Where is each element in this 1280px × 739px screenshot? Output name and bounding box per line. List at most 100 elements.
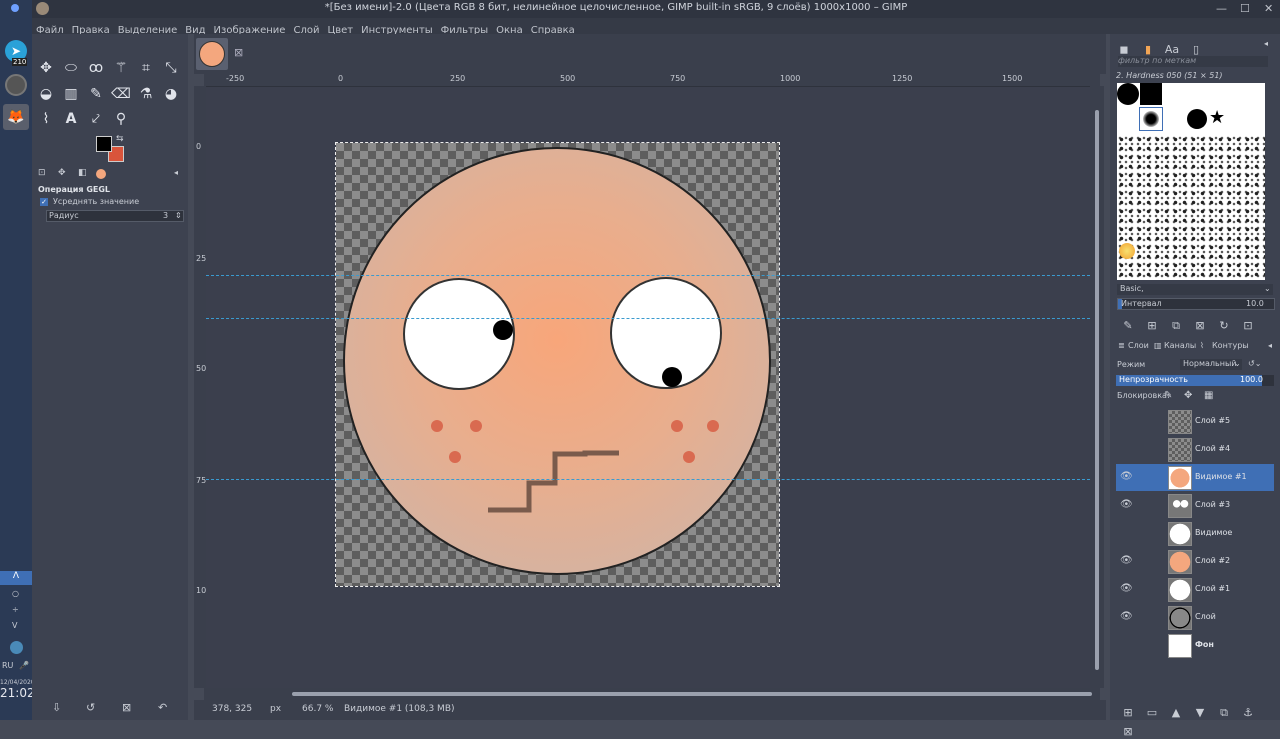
paintbrush-icon[interactable]: ✎ xyxy=(86,84,106,104)
paths-icon[interactable]: ⌇ xyxy=(36,109,56,129)
tab-channels[interactable]: Каналы xyxy=(1164,341,1196,350)
brushes-tab-icon[interactable]: ◼ xyxy=(1112,43,1136,56)
network-icon[interactable] xyxy=(10,641,23,654)
unit-select[interactable]: px xyxy=(270,704,281,714)
brush-preset-select[interactable]: Basic, ⌄ xyxy=(1117,284,1273,295)
lock-position-icon[interactable]: ✥ xyxy=(1184,390,1192,401)
mode-select[interactable]: Нормальный ⌄ xyxy=(1180,359,1242,370)
brush-grid[interactable]: ★ xyxy=(1117,83,1265,280)
image-tab-thumbnail[interactable] xyxy=(196,38,228,70)
tab-layers[interactable]: Слои xyxy=(1128,341,1149,350)
move-tool-icon[interactable]: ✥ xyxy=(36,58,56,78)
layer-row[interactable]: 👁 Слой #1 xyxy=(1116,576,1274,603)
image-tab-icon[interactable] xyxy=(96,169,106,179)
close-image-icon[interactable]: ⊠ xyxy=(234,46,243,59)
layer-row[interactable]: Фон xyxy=(1116,632,1274,659)
brush-star[interactable]: ★ xyxy=(1209,107,1225,128)
zoom-select[interactable]: 66.7 % xyxy=(302,704,333,714)
eye-icon[interactable]: 👁 xyxy=(1120,555,1133,566)
lock-pixels-icon[interactable]: ✎ xyxy=(1164,390,1172,401)
gimp-app-icon[interactable]: 🦊 xyxy=(3,104,29,130)
eye-icon[interactable]: 👁 xyxy=(1120,471,1133,482)
layer-row[interactable]: Слой #5 xyxy=(1116,408,1274,435)
brush-hard-circle[interactable] xyxy=(1117,83,1139,105)
radius-stepper[interactable]: ⇕ xyxy=(175,211,182,220)
patterns-tab-icon[interactable]: ▮ xyxy=(1136,43,1160,56)
tab-paths[interactable]: Контуры xyxy=(1212,341,1249,350)
lasso-icon[interactable]: ꝏ xyxy=(86,58,106,78)
brush-square[interactable] xyxy=(1140,83,1162,105)
zoom-icon[interactable]: ⚲ xyxy=(111,109,131,129)
average-checkbox[interactable]: ✓ xyxy=(40,198,48,206)
smudge-icon[interactable]: ◕ xyxy=(161,84,181,104)
tool-options-tab-icon[interactable]: ⊡ xyxy=(38,168,46,178)
fuzzy-select-icon[interactable]: ⚚ xyxy=(111,58,131,78)
keyboard-layout[interactable]: RU xyxy=(2,661,13,670)
reset-options-icon[interactable]: ↶ xyxy=(158,701,167,714)
brush-selected[interactable] xyxy=(1139,107,1163,131)
delete-options-icon[interactable]: ⊠ xyxy=(122,701,131,714)
lower-layer-icon[interactable]: ▼ xyxy=(1188,706,1212,719)
edit-brush-icon[interactable]: ✎ xyxy=(1116,319,1140,332)
layer-row[interactable]: 👁 Видимое #1 xyxy=(1116,464,1274,491)
ellipse-select-icon[interactable]: ⬭ xyxy=(61,58,81,78)
fonts-tab-icon[interactable]: Aa xyxy=(1160,43,1184,56)
swap-colors-icon[interactable]: ⇆ xyxy=(116,134,124,144)
save-options-icon[interactable]: ⇩ xyxy=(52,701,61,714)
delete-layer-icon[interactable]: ⊠ xyxy=(1116,725,1140,738)
anchor-layer-icon[interactable]: ⚓ xyxy=(1236,706,1260,719)
clock-time[interactable]: 21:02 xyxy=(0,686,35,700)
radius-field[interactable]: Радиус 3 ⇕ xyxy=(46,210,184,222)
tray-chevron-icon[interactable]: V xyxy=(12,621,17,630)
refresh-brushes-icon[interactable]: ↻ xyxy=(1212,319,1236,332)
vertical-scrollbar[interactable] xyxy=(1090,86,1104,688)
bucket-fill-icon[interactable]: ◒ xyxy=(36,84,56,104)
tab-paths-icon[interactable]: ⌇ xyxy=(1200,341,1204,350)
horizontal-scrollbar[interactable] xyxy=(204,688,1100,700)
tray-expand-icon[interactable]: Λ xyxy=(0,571,32,585)
tab-layers-icon[interactable]: ≣ xyxy=(1118,341,1125,350)
document-tab-icon[interactable]: ▯ xyxy=(1184,43,1208,56)
guide-line[interactable] xyxy=(206,275,1100,276)
tab-channels-icon[interactable]: ▥ xyxy=(1154,341,1162,350)
device-status-tab-icon[interactable]: ✥ xyxy=(58,168,66,178)
new-layer-icon[interactable]: ⊞ xyxy=(1116,706,1140,719)
delete-brush-icon[interactable]: ⊠ xyxy=(1188,319,1212,332)
layer-row[interactable]: 👁 Слой #2 xyxy=(1116,548,1274,575)
new-brush-icon[interactable]: ⊞ xyxy=(1140,319,1164,332)
guide-line[interactable] xyxy=(206,318,1100,319)
layers-menu-icon[interactable]: ◂ xyxy=(1268,341,1272,350)
brush-textures[interactable] xyxy=(1117,135,1265,280)
brush-big-circle[interactable] xyxy=(1187,109,1207,129)
eye-icon[interactable]: 👁 xyxy=(1120,583,1133,594)
clone-icon[interactable]: ⚗ xyxy=(136,84,156,104)
layer-row[interactable]: Слой #4 xyxy=(1116,436,1274,463)
eraser-icon[interactable]: ⌫ xyxy=(111,84,131,104)
tray-plus-icon[interactable]: ÷ xyxy=(12,605,19,614)
restore-options-icon[interactable]: ↺ xyxy=(86,701,95,714)
h-scroll-thumb[interactable] xyxy=(292,692,1092,696)
crop-icon[interactable]: ⌗ xyxy=(136,58,156,78)
layer-row[interactable]: Видимое xyxy=(1116,520,1274,547)
eye-icon[interactable]: 👁 xyxy=(1120,611,1133,622)
dock-menu-icon[interactable]: ◂ xyxy=(1264,39,1268,48)
opacity-field[interactable]: Непрозрачность 100.0 xyxy=(1116,375,1274,386)
duplicate-layer-icon[interactable]: ⧉ xyxy=(1212,706,1236,720)
raise-layer-icon[interactable]: ▲ xyxy=(1164,706,1188,719)
layer-row[interactable]: 👁 Слой xyxy=(1116,604,1274,631)
panel-menu-icon[interactable]: ◂ xyxy=(174,168,178,177)
new-group-icon[interactable]: ▭ xyxy=(1140,706,1164,719)
activities-dot[interactable] xyxy=(11,4,19,12)
canvas-area[interactable] xyxy=(206,87,1100,688)
minimize-button[interactable]: — xyxy=(1216,2,1227,15)
maximize-button[interactable]: ☐ xyxy=(1240,2,1250,15)
close-button[interactable]: ✕ xyxy=(1264,2,1273,15)
brush-filter-input[interactable]: фильтр по меткам xyxy=(1118,56,1268,67)
eye-icon[interactable]: 👁 xyxy=(1120,499,1133,510)
duplicate-brush-icon[interactable]: ⧉ xyxy=(1164,319,1188,333)
tray-circle-icon[interactable]: ○ xyxy=(12,589,19,598)
brush-as-image-icon[interactable]: ⊡ xyxy=(1236,319,1260,332)
spacing-field[interactable]: Интервал 10.0 xyxy=(1117,298,1275,310)
disc-icon[interactable] xyxy=(5,74,27,96)
layer-row[interactable]: 👁 Слой #3 xyxy=(1116,492,1274,519)
